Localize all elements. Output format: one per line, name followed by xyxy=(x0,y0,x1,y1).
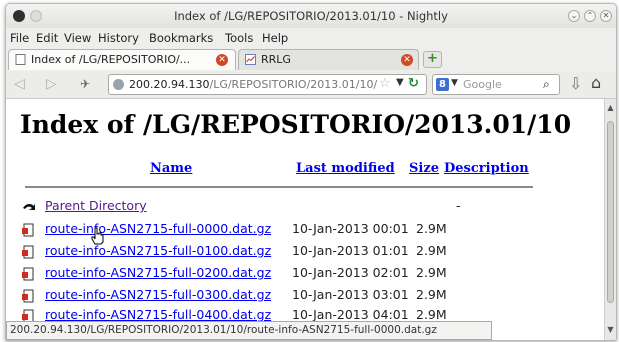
blank-page-icon xyxy=(15,54,26,65)
menu-file[interactable]: File xyxy=(10,31,29,45)
binary-file-icon xyxy=(22,309,34,321)
close-tab-icon[interactable]: ✕ xyxy=(216,54,228,66)
close-window-icon[interactable]: ✕ xyxy=(600,10,612,22)
binary-file-icon xyxy=(22,223,34,237)
file-modified: 10-Jan-2013 03:01 xyxy=(292,287,409,302)
status-bar: 200.20.94.130/LG/REPOSITORIO/2013.01/10/… xyxy=(6,321,492,340)
hand-cursor-icon xyxy=(91,227,104,245)
file-modified: 10-Jan-2013 04:01 xyxy=(292,307,409,321)
navigation-toolbar: ◁ ▷ ✈ 200.20.94.130/LG/REPOSITORIO/2013.… xyxy=(6,71,616,99)
page-bottom-area xyxy=(492,321,604,340)
search-bar[interactable]: 8 ▼ Google ⌕ xyxy=(432,74,560,95)
google-engine-icon[interactable]: 8 xyxy=(436,78,449,91)
menu-help[interactable]: Help xyxy=(262,31,288,45)
column-name-link[interactable]: Name xyxy=(150,161,192,176)
file-size: 2.9M xyxy=(416,265,447,280)
parent-size: - xyxy=(456,198,461,213)
file-size: 2.9M xyxy=(416,287,447,302)
page-content: Index of /LG/REPOSITORIO/2013.01/10 Name… xyxy=(6,99,604,321)
parent-directory-link[interactable]: Parent Directory xyxy=(45,198,147,213)
page-title: Index of /LG/REPOSITORIO/2013.01/10 xyxy=(20,110,572,139)
menu-tools[interactable]: Tools xyxy=(225,31,253,45)
scrollbar-thumb[interactable] xyxy=(607,121,614,303)
forward-icon[interactable]: ▷ xyxy=(46,76,57,92)
header-divider xyxy=(25,186,533,188)
menu-history[interactable]: History xyxy=(98,31,139,45)
file-size: 2.9M xyxy=(416,307,447,321)
menu-bookmarks[interactable]: Bookmarks xyxy=(149,31,213,45)
file-link[interactable]: route-info-ASN2715-full-0400.dat.gz xyxy=(45,307,271,321)
reload-icon[interactable]: ↻ xyxy=(408,76,419,91)
column-description-link[interactable]: Description xyxy=(444,161,529,176)
new-tab-button[interactable]: + xyxy=(423,51,442,68)
url-history-dropdown-icon[interactable]: ▼ xyxy=(396,77,404,88)
close-tab-icon[interactable]: ✕ xyxy=(401,54,413,66)
download-icon[interactable]: ⇩ xyxy=(569,74,582,93)
search-input[interactable]: Google xyxy=(463,78,502,91)
chart-icon xyxy=(245,54,256,65)
vertical-scrollbar[interactable]: ▲ ▼ xyxy=(604,99,616,340)
back-icon[interactable]: ◁ xyxy=(14,76,25,92)
menu-bar: File Edit View History Bookmarks Tools H… xyxy=(6,28,616,47)
menu-view[interactable]: View xyxy=(64,31,91,45)
scroll-up-icon[interactable]: ▲ xyxy=(605,103,616,112)
file-link[interactable]: route-info-ASN2715-full-0000.dat.gz xyxy=(45,221,271,236)
file-size: 2.9M xyxy=(416,243,447,258)
file-link[interactable]: route-info-ASN2715-full-0100.dat.gz xyxy=(45,243,271,258)
column-size-link[interactable]: Size xyxy=(409,161,439,176)
engine-dropdown-icon[interactable]: ▼ xyxy=(451,78,458,88)
tab-label: RRLG xyxy=(261,53,291,66)
tab-index[interactable]: Index of /LG/REPOSITORIO/... ✕ xyxy=(8,49,236,70)
scroll-down-icon[interactable]: ▼ xyxy=(605,325,616,334)
browser-window: Index of /LG/REPOSITORIO/2013.01/10 - Ni… xyxy=(5,3,617,341)
file-link[interactable]: route-info-ASN2715-full-0300.dat.gz xyxy=(45,287,271,302)
file-modified: 10-Jan-2013 02:01 xyxy=(292,265,409,280)
home-icon[interactable]: ⌂ xyxy=(591,73,601,92)
search-go-icon[interactable]: ⌕ xyxy=(543,77,550,92)
status-link-preview: 200.20.94.130/LG/REPOSITORIO/2013.01/10/… xyxy=(10,324,437,336)
file-modified: 10-Jan-2013 01:01 xyxy=(292,243,409,258)
globe-icon xyxy=(113,79,124,90)
binary-file-icon xyxy=(22,245,34,259)
star-icon[interactable]: ☆ xyxy=(379,76,391,91)
title-bar: Index of /LG/REPOSITORIO/2013.01/10 - Ni… xyxy=(6,4,616,28)
tab-label: Index of /LG/REPOSITORIO/... xyxy=(31,53,191,66)
column-last-modified-link[interactable]: Last modified xyxy=(296,161,395,176)
menu-edit[interactable]: Edit xyxy=(36,31,58,45)
binary-file-icon xyxy=(22,267,34,281)
url-bar[interactable]: 200.20.94.130/LG/REPOSITORIO/2013.01/10/… xyxy=(108,74,427,95)
file-link[interactable]: route-info-ASN2715-full-0200.dat.gz xyxy=(45,265,271,280)
minimize-icon[interactable]: ⌄ xyxy=(568,10,580,22)
tab-rrlg[interactable]: RRLG ✕ xyxy=(238,49,419,70)
file-modified: 10-Jan-2013 00:01 xyxy=(292,221,409,236)
binary-file-icon xyxy=(22,289,34,303)
tab-bar: Index of /LG/REPOSITORIO/... ✕ RRLG ✕ + xyxy=(6,47,616,71)
maximize-icon[interactable]: ⌃ xyxy=(584,10,596,22)
file-size: 2.9M xyxy=(416,221,447,236)
back-arrow-icon xyxy=(23,203,35,210)
url-text[interactable]: 200.20.94.130/LG/REPOSITORIO/2013.01/10/ xyxy=(129,78,379,91)
window-title: Index of /LG/REPOSITORIO/2013.01/10 - Ni… xyxy=(174,9,448,23)
identity-icon[interactable]: ✈ xyxy=(80,77,90,91)
